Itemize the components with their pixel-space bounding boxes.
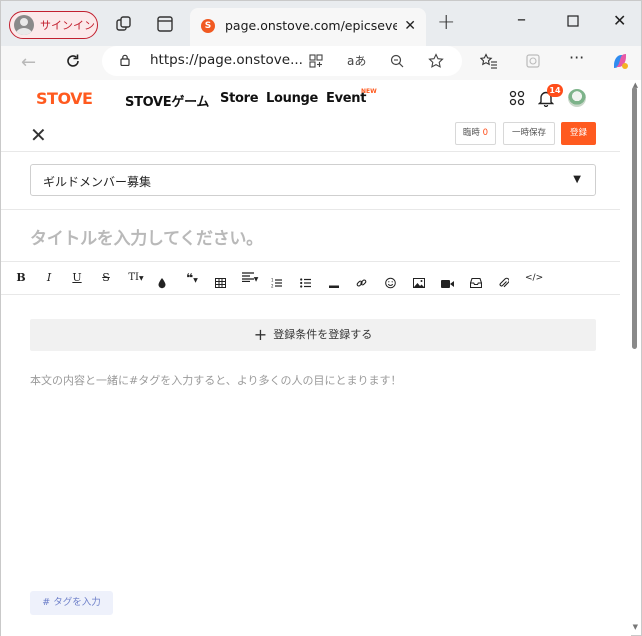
svg-text:1: 1	[271, 278, 274, 283]
font-size-button[interactable]: TI▼	[125, 268, 147, 288]
inbox-icon[interactable]	[470, 273, 482, 293]
copilot-icon[interactable]	[610, 51, 630, 71]
register-condition-button[interactable]: + 登録条件を登録する	[30, 319, 596, 351]
temp-saved-button[interactable]: 臨時 0	[455, 122, 496, 145]
active-tab[interactable]: S page.onstove.com/epicseven/jp/ ✕	[190, 8, 426, 46]
signin-label: サインイン	[40, 19, 95, 32]
font-size-label: TI	[128, 272, 139, 283]
divider	[1, 294, 620, 295]
quote-button[interactable]: ❝▼	[181, 268, 203, 288]
browser-window: サインイン S page.onstove.com/epicseven/jp/ ✕…	[0, 0, 642, 636]
align-left-icon	[241, 272, 254, 283]
chevron-down-icon: ▼	[193, 277, 198, 284]
new-badge: NEW	[361, 88, 377, 95]
video-icon[interactable]	[441, 274, 454, 294]
plus-icon: +	[253, 325, 268, 344]
tab-title: page.onstove.com/epicseven/jp/	[225, 18, 397, 33]
code-button[interactable]: </>	[525, 268, 543, 288]
chevron-down-icon: ▼	[139, 275, 144, 282]
minimize-icon[interactable]: –	[517, 9, 526, 30]
read-aloud-icon[interactable]: aあ	[347, 52, 366, 69]
back-icon[interactable]: ←	[21, 52, 36, 73]
tag-input-button[interactable]: # タグを入力	[30, 591, 113, 615]
image-icon[interactable]	[413, 273, 425, 293]
divider	[1, 261, 620, 262]
tab-actions-icon[interactable]	[155, 14, 175, 34]
table-icon[interactable]	[215, 273, 226, 293]
italic-button[interactable]: I	[42, 268, 56, 288]
chevron-down-icon: ▼	[253, 276, 259, 283]
nav-lounge[interactable]: Lounge	[266, 91, 318, 106]
lock-icon	[120, 54, 130, 66]
link-icon[interactable]	[356, 273, 367, 293]
app-available-icon[interactable]	[309, 54, 323, 68]
temp-count: 0	[482, 128, 489, 138]
nav-stove-games[interactable]: STOVEゲーム	[125, 91, 209, 110]
scroll-down-icon[interactable]: ▼	[633, 623, 638, 631]
profile-icon	[14, 15, 34, 35]
text-color-drop-icon[interactable]	[158, 273, 166, 293]
url-field[interactable]: https://page.onstove... aあ	[102, 46, 462, 76]
ordered-list-icon[interactable]: 12	[271, 273, 282, 293]
user-avatar[interactable]	[568, 89, 586, 107]
emoji-icon[interactable]	[385, 273, 396, 293]
address-bar: ← https://page.onstove... aあ ···	[1, 46, 641, 80]
extensions-icon[interactable]	[525, 53, 541, 69]
signin-button[interactable]: サインイン	[9, 11, 98, 39]
category-select[interactable]: ギルドメンバー募集 ▼	[30, 164, 596, 196]
temp-label: 臨時	[462, 128, 480, 138]
condition-label: 登録条件を登録する	[273, 328, 373, 341]
stove-logo[interactable]: STOVE	[36, 89, 93, 108]
bold-button[interactable]: B	[14, 268, 28, 288]
tab-close-icon[interactable]: ✕	[404, 18, 416, 34]
window-close-icon[interactable]: ✕	[613, 11, 626, 30]
workspaces-icon[interactable]	[114, 14, 134, 34]
divider	[1, 151, 620, 152]
register-button[interactable]: 登録	[561, 122, 596, 145]
url-text: https://page.onstove...	[150, 52, 303, 68]
favorites-icon[interactable]	[480, 53, 498, 69]
web-page: STOVE STOVEゲーム Store Lounge Event NEW 14…	[1, 80, 631, 636]
stove-favicon-icon: S	[201, 19, 215, 33]
new-tab-icon[interactable]: +	[437, 10, 455, 35]
nav-store[interactable]: Store	[220, 91, 259, 106]
apps-grid-icon[interactable]	[509, 90, 525, 106]
title-input[interactable]: タイトルを入力してください。	[30, 224, 263, 249]
zoom-icon[interactable]	[390, 54, 404, 68]
underline-button[interactable]: U	[70, 268, 84, 288]
category-value: ギルドメンバー募集	[43, 175, 152, 189]
strikethrough-button[interactable]: S	[99, 268, 113, 288]
refresh-icon[interactable]	[64, 52, 82, 70]
more-options-icon[interactable]: ···	[569, 48, 584, 67]
notification-count-badge: 14	[547, 84, 563, 97]
attachment-icon[interactable]	[499, 273, 509, 293]
bullet-list-icon[interactable]	[300, 273, 311, 293]
dropdown-caret-icon: ▼	[573, 174, 581, 185]
body-input[interactable]: 本文の内容と一緒に#タグを入力すると、より多くの人の目にとまります！	[30, 372, 402, 388]
temp-save-button[interactable]: 一時保存	[503, 122, 555, 145]
align-button[interactable]: ▼	[238, 268, 262, 288]
maximize-icon[interactable]	[567, 15, 579, 27]
svg-text:2: 2	[271, 284, 274, 289]
scrollbar-thumb[interactable]	[632, 87, 637, 349]
favorite-star-icon[interactable]	[428, 53, 444, 69]
title-bar: サインイン S page.onstove.com/epicseven/jp/ ✕…	[1, 1, 641, 46]
divider	[1, 209, 620, 210]
editor-toolbar: B I U S TI▼ ❝▼ ▼ 12 </>	[1, 268, 620, 290]
close-editor-icon[interactable]: ✕	[30, 125, 47, 145]
